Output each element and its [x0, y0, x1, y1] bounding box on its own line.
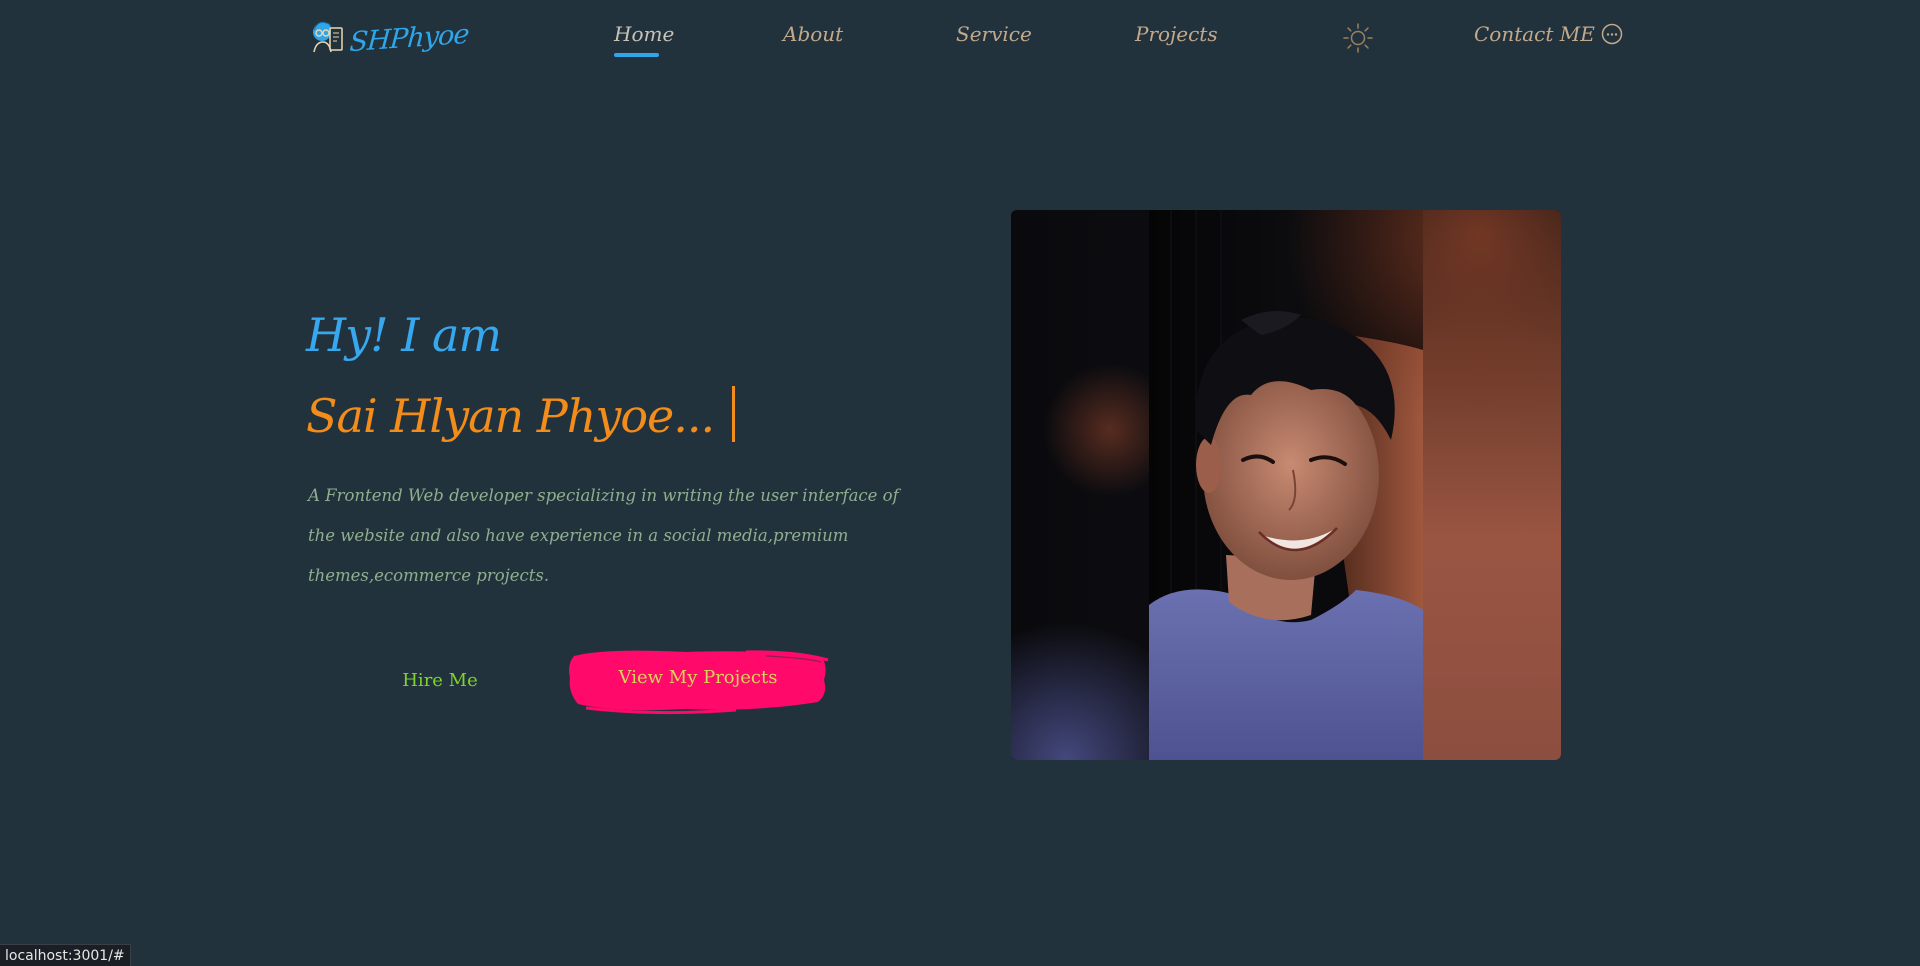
typing-cursor [732, 386, 736, 442]
browser-status-url: localhost:3001/# [0, 944, 131, 966]
chat-bubble-icon [1601, 23, 1623, 45]
hero-greeting: Hy! I am [306, 308, 502, 362]
nav-home[interactable]: Home [614, 22, 674, 46]
navbar: SHPhyoe Home About Service Projects Cont… [0, 0, 1920, 76]
view-projects-button[interactable]: View My Projects [566, 646, 830, 716]
hero-description: A Frontend Web developer specializing in… [308, 486, 899, 585]
logo[interactable]: SHPhyoe [310, 18, 470, 58]
developer-avatar-icon [310, 18, 346, 58]
hero-name: Sai Hlyan Phyoe... [306, 386, 736, 443]
sun-icon [1343, 23, 1373, 53]
nav-about[interactable]: About [783, 22, 843, 46]
view-projects-label: View My Projects [618, 667, 778, 688]
profile-photo [1011, 210, 1561, 760]
nav-service[interactable]: Service [956, 22, 1032, 46]
hero-name-text: Sai Hlyan Phyoe... [306, 389, 715, 443]
hire-me-button[interactable]: Hire Me [360, 660, 520, 700]
nav-projects[interactable]: Projects [1135, 22, 1218, 46]
logo-text: SHPhyoe [348, 18, 470, 58]
contact-label: Contact ME [1474, 22, 1595, 46]
page: SHPhyoe Home About Service Projects Cont… [0, 0, 1920, 966]
contact-me-link[interactable]: Contact ME [1474, 22, 1623, 46]
theme-toggle-button[interactable] [1342, 22, 1374, 54]
nav-active-underline [614, 53, 659, 57]
